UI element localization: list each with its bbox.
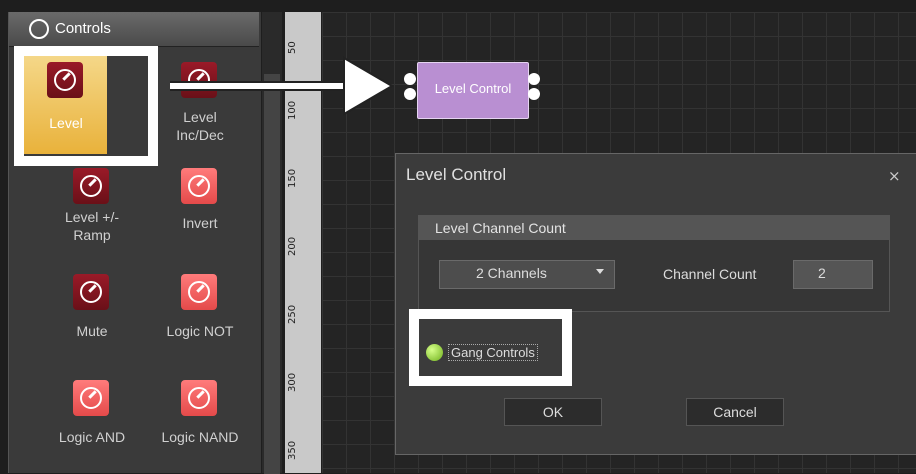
ruler-tick-label: 200 [287, 236, 298, 256]
tile-mute[interactable]: Mute [47, 266, 133, 366]
tile-label: Mute [76, 323, 108, 339]
ruler-tick-label: 250 [287, 304, 298, 324]
controls-panel-header[interactable]: Controls [9, 12, 259, 47]
ok-button[interactable]: OK [504, 398, 602, 426]
scrollbar-thumb[interactable] [264, 74, 280, 474]
tile-logic-and[interactable]: Logic AND [47, 372, 133, 472]
tile-label: Level +/- Ramp [64, 209, 120, 243]
ruler-tick-label: 350 [287, 440, 298, 460]
channel-count-group: Level Channel Count 2 Channels Channel C… [418, 215, 890, 312]
dialog-title: Level Control [406, 165, 507, 184]
channel-count-value: 2 [818, 265, 826, 281]
level-knob-icon [181, 168, 217, 204]
ruler-tick-label: 300 [287, 372, 298, 392]
level-knob-icon [73, 168, 109, 204]
highlight-frame-gang [409, 309, 572, 386]
chevron-down-icon [596, 269, 604, 274]
level-knob-icon [181, 380, 217, 416]
node-output-port[interactable] [528, 88, 540, 100]
node-input-port[interactable] [404, 88, 416, 100]
controls-panel-title: Controls [55, 20, 111, 37]
tile-level-ramp[interactable]: Level +/- Ramp [47, 160, 133, 260]
tile-label: Logic NAND [161, 429, 239, 445]
channel-count-label: Channel Count [663, 266, 757, 282]
highlight-frame-level [14, 46, 158, 166]
group-header: Level Channel Count [419, 216, 889, 240]
level-control-dialog: Level Control × Level Channel Count 2 Ch… [395, 153, 916, 455]
tile-label: Logic AND [58, 429, 126, 445]
tile-label: Logic NOT [166, 323, 234, 339]
node-output-port[interactable] [528, 73, 540, 85]
node-label: Level Control [434, 81, 512, 96]
group-title: Level Channel Count [435, 220, 566, 236]
level-control-node[interactable]: Level Control [417, 62, 529, 119]
tile-invert[interactable]: Invert [155, 160, 241, 260]
cancel-button[interactable]: Cancel [686, 398, 784, 426]
tile-label: Invert [182, 215, 218, 231]
channel-count-stepper[interactable]: 2 [793, 260, 873, 289]
tile-logic-not[interactable]: Logic NOT [155, 266, 241, 366]
level-knob-icon [181, 274, 217, 310]
tile-logic-nand[interactable]: Logic NAND [155, 372, 241, 472]
ruler-tick-label: 150 [287, 168, 298, 188]
channels-select-value: 2 Channels [476, 265, 547, 281]
level-knob-icon [73, 274, 109, 310]
close-icon[interactable]: × [888, 167, 901, 185]
node-input-port[interactable] [404, 73, 416, 85]
level-knob-icon [73, 380, 109, 416]
controls-icon [29, 19, 49, 39]
channels-select[interactable]: 2 Channels [439, 260, 615, 289]
drag-arrow [170, 56, 394, 116]
